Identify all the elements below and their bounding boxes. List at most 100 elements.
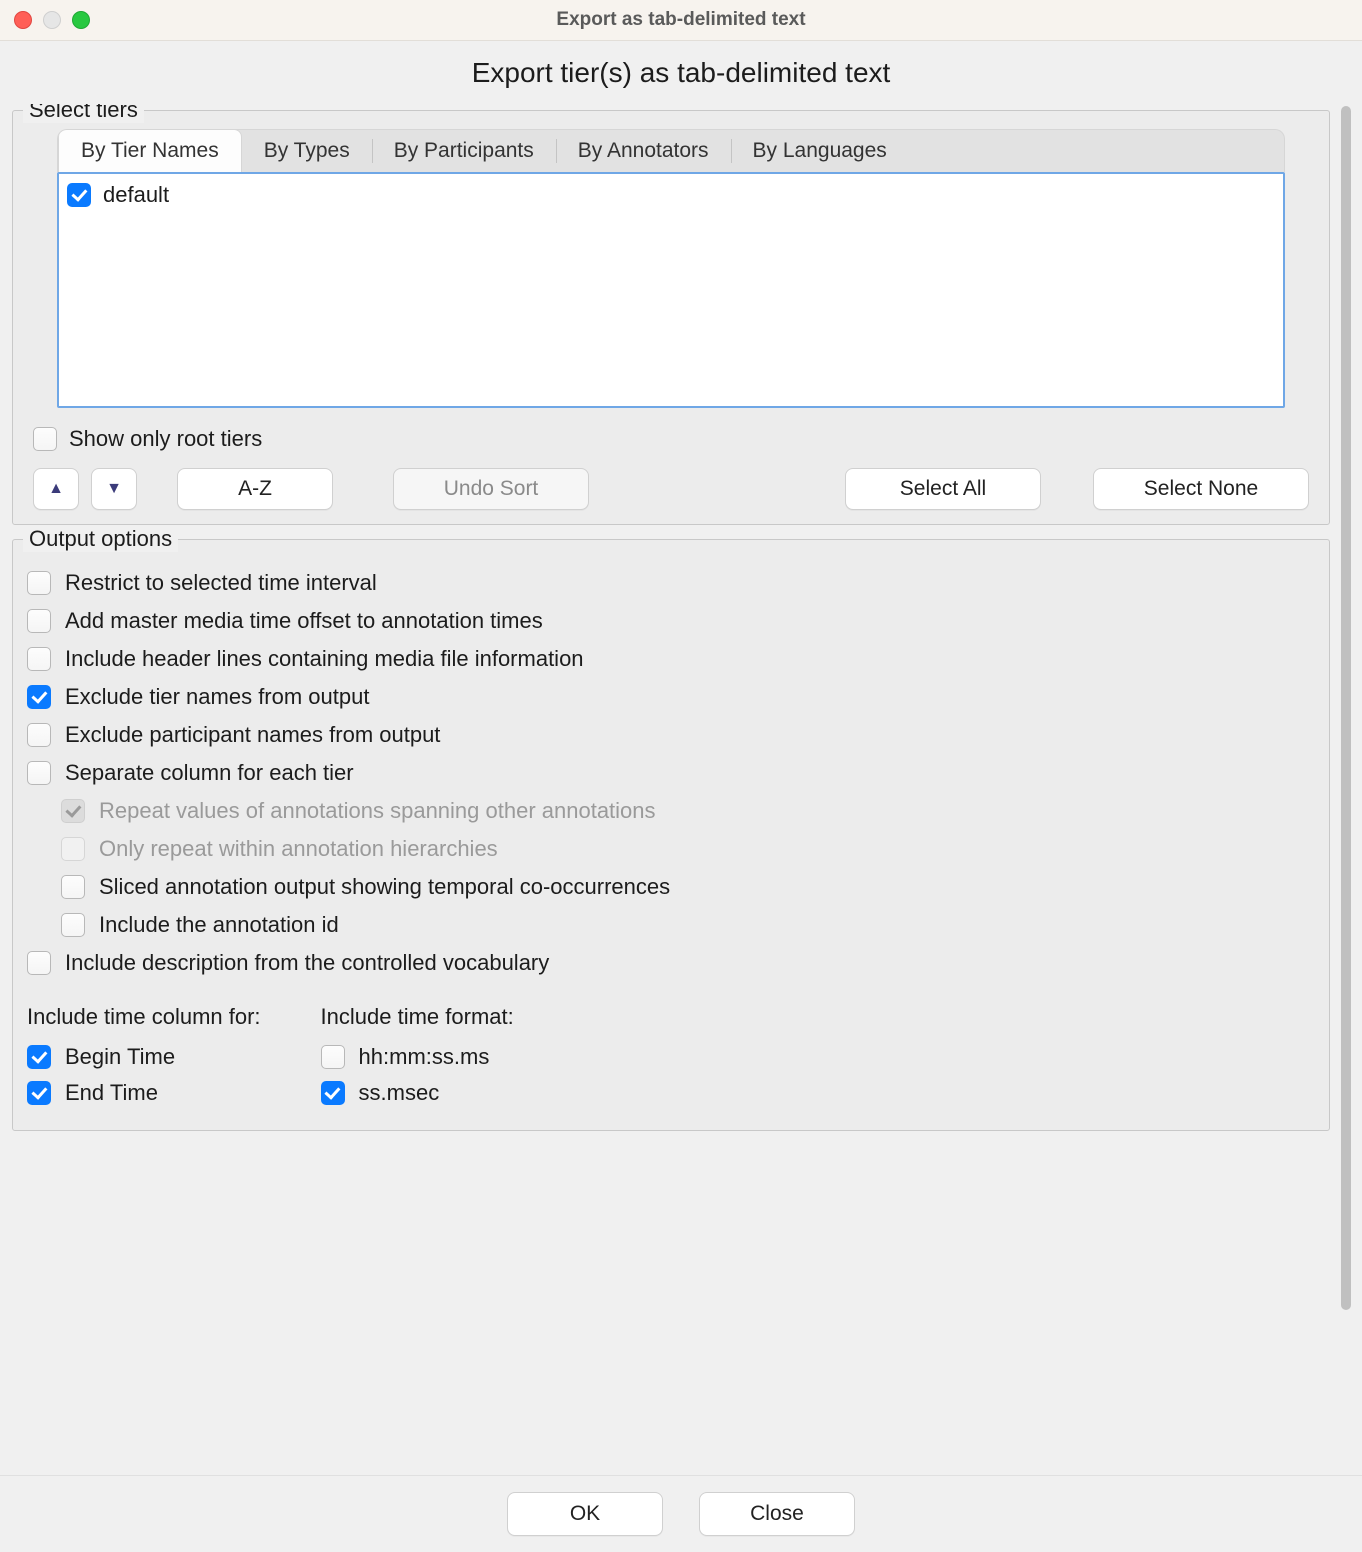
tab-label: By Tier Names <box>81 139 219 163</box>
option-label: Separate column for each tier <box>65 760 354 786</box>
opt-begin-time[interactable]: Begin Time <box>27 1044 261 1070</box>
tab-label: By Participants <box>394 139 534 163</box>
button-label: OK <box>570 1502 600 1526</box>
button-label: A-Z <box>238 477 272 501</box>
tab-by-tier-names[interactable]: By Tier Names <box>58 129 242 172</box>
chevron-up-icon: ▲ <box>48 481 64 497</box>
window-title: Export as tab-delimited text <box>0 9 1362 31</box>
checkbox[interactable] <box>321 1081 345 1105</box>
opt-add-master-offset[interactable]: Add master media time offset to annotati… <box>27 608 1315 634</box>
chevron-down-icon: ▼ <box>106 481 122 497</box>
output-options-group: Output options Restrict to selected time… <box>12 539 1330 1131</box>
opt-format-hhmmss[interactable]: hh:mm:ss.ms <box>321 1044 514 1070</box>
time-format-header: Include time format: <box>321 1004 514 1030</box>
checkbox[interactable] <box>61 913 85 937</box>
option-label: Sliced annotation output showing tempora… <box>99 874 670 900</box>
ok-button[interactable]: OK <box>507 1492 663 1536</box>
dialog-footer: OK Close <box>0 1475 1362 1552</box>
tab-label: By Languages <box>753 139 887 163</box>
select-all-button[interactable]: Select All <box>845 468 1041 510</box>
main-content: Select tiers By Tier Names By Types By P… <box>8 104 1338 1476</box>
opt-include-header-lines[interactable]: Include header lines containing media fi… <box>27 646 1315 672</box>
tier-list[interactable]: default <box>57 172 1285 408</box>
checkbox[interactable] <box>27 761 51 785</box>
opt-sliced-output[interactable]: Sliced annotation output showing tempora… <box>61 874 1315 900</box>
undo-sort-button[interactable]: Undo Sort <box>393 468 589 510</box>
opt-repeat-values: Repeat values of annotations spanning ot… <box>61 798 1315 824</box>
titlebar: Export as tab-delimited text <box>0 0 1362 41</box>
tab-by-annotators[interactable]: By Annotators <box>556 130 731 172</box>
tab-label: By Annotators <box>578 139 709 163</box>
option-label: Exclude tier names from output <box>65 684 369 710</box>
minimize-window-icon <box>43 11 61 29</box>
opt-end-time[interactable]: End Time <box>27 1080 261 1106</box>
zoom-window-icon[interactable] <box>72 11 90 29</box>
button-label: Close <box>750 1502 804 1526</box>
move-up-button[interactable]: ▲ <box>33 468 79 510</box>
checkbox <box>61 799 85 823</box>
move-down-button[interactable]: ▼ <box>91 468 137 510</box>
button-label: Select All <box>900 477 986 501</box>
time-columns-section: Include time column for: Begin Time End … <box>27 1004 261 1116</box>
button-label: Undo Sort <box>444 477 539 501</box>
tab-by-languages[interactable]: By Languages <box>731 130 909 172</box>
scrollbar-thumb[interactable] <box>1341 106 1351 1310</box>
show-only-root-row[interactable]: Show only root tiers <box>33 426 1309 452</box>
option-label: Add master media time offset to annotati… <box>65 608 543 634</box>
sort-az-button[interactable]: A-Z <box>177 468 333 510</box>
select-tiers-group: Select tiers By Tier Names By Types By P… <box>12 110 1330 525</box>
close-button[interactable]: Close <box>699 1492 855 1536</box>
tier-label: default <box>103 182 169 208</box>
select-none-button[interactable]: Select None <box>1093 468 1309 510</box>
checkbox[interactable] <box>27 647 51 671</box>
tier-filter-tabs: By Tier Names By Types By Participants B… <box>57 129 1285 172</box>
option-label: End Time <box>65 1080 158 1106</box>
option-label: Include description from the controlled … <box>65 950 549 976</box>
checkbox[interactable] <box>321 1045 345 1069</box>
show-only-root-checkbox[interactable] <box>33 427 57 451</box>
opt-separate-column-per-tier[interactable]: Separate column for each tier <box>27 760 1315 786</box>
option-label: Exclude participant names from output <box>65 722 440 748</box>
checkbox[interactable] <box>27 571 51 595</box>
time-format-section: Include time format: hh:mm:ss.ms ss.msec <box>321 1004 514 1116</box>
output-options-list: Restrict to selected time interval Add m… <box>27 570 1315 976</box>
checkbox[interactable] <box>27 609 51 633</box>
checkbox[interactable] <box>27 1081 51 1105</box>
output-options-legend: Output options <box>23 526 178 552</box>
option-label: Include the annotation id <box>99 912 339 938</box>
opt-format-ssmsec[interactable]: ss.msec <box>321 1080 514 1106</box>
opt-restrict-interval[interactable]: Restrict to selected time interval <box>27 570 1315 596</box>
time-columns-header: Include time column for: <box>27 1004 261 1030</box>
opt-include-cv-description[interactable]: Include description from the controlled … <box>27 950 1315 976</box>
scrollbar-track[interactable] <box>1338 106 1354 1474</box>
option-label: Repeat values of annotations spanning ot… <box>99 798 656 824</box>
opt-only-repeat-hierarchies: Only repeat within annotation hierarchie… <box>61 836 1315 862</box>
checkbox[interactable] <box>61 875 85 899</box>
show-only-root-label: Show only root tiers <box>69 426 262 452</box>
close-window-icon[interactable] <box>14 11 32 29</box>
button-label: Select None <box>1144 477 1258 501</box>
checkbox[interactable] <box>27 723 51 747</box>
opt-exclude-tier-names[interactable]: Exclude tier names from output <box>27 684 1315 710</box>
page-subtitle: Export tier(s) as tab-delimited text <box>0 41 1362 103</box>
option-label: hh:mm:ss.ms <box>359 1044 490 1070</box>
select-tiers-legend: Select tiers <box>23 104 144 123</box>
tier-checkbox[interactable] <box>67 183 91 207</box>
option-label: Begin Time <box>65 1044 175 1070</box>
opt-include-annotation-id[interactable]: Include the annotation id <box>61 912 1315 938</box>
tab-by-participants[interactable]: By Participants <box>372 130 556 172</box>
option-label: Restrict to selected time interval <box>65 570 377 596</box>
option-label: ss.msec <box>359 1080 440 1106</box>
checkbox[interactable] <box>27 951 51 975</box>
vertical-scrollbar[interactable] <box>1338 104 1354 1476</box>
checkbox[interactable] <box>27 685 51 709</box>
opt-exclude-participant-names[interactable]: Exclude participant names from output <box>27 722 1315 748</box>
tab-by-types[interactable]: By Types <box>242 130 372 172</box>
option-label: Include header lines containing media fi… <box>65 646 584 672</box>
checkbox <box>61 837 85 861</box>
window-controls <box>14 11 90 29</box>
checkbox[interactable] <box>27 1045 51 1069</box>
tab-label: By Types <box>264 139 350 163</box>
option-label: Only repeat within annotation hierarchie… <box>99 836 498 862</box>
tier-row[interactable]: default <box>67 180 1275 210</box>
